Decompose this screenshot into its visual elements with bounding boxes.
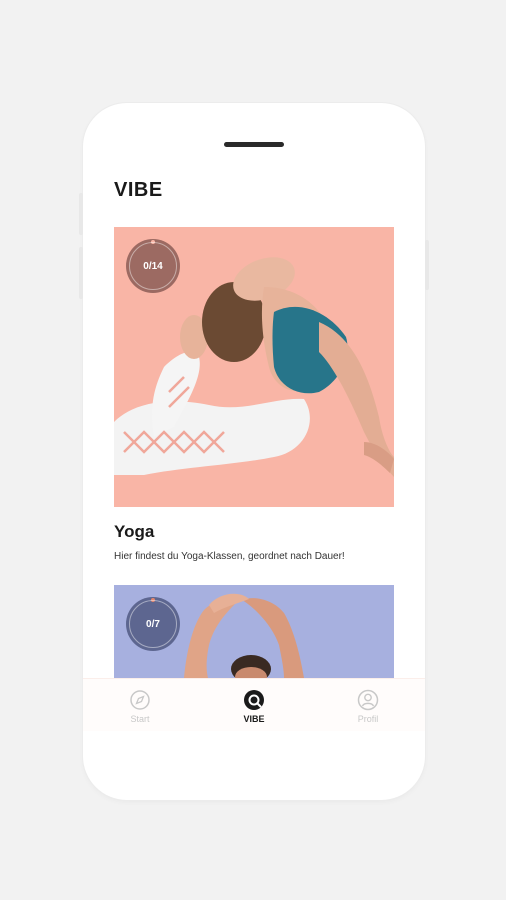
phone-frame: VIBE 0/14 Yoga Hier findest du Yoga-Klas… [83,103,425,800]
progress-badge: 0/14 [126,239,180,293]
compass-icon [129,689,151,711]
second-card-image[interactable]: 0/7 [114,585,394,678]
progress-badge: 0/7 [126,597,180,651]
vibe-icon [243,689,265,711]
page-title: VIBE [114,179,163,201]
card-description: Hier findest du Yoga-Klassen, geordnet n… [114,551,345,562]
tab-start[interactable]: Start [100,679,180,724]
notch-bar [224,142,284,147]
progress-text: 0/7 [146,618,160,630]
progress-dot [151,598,155,602]
side-button-left [79,247,83,299]
user-icon [357,689,379,711]
side-button-right [425,240,429,290]
tab-label: VIBE [243,714,265,724]
progress-dot [151,240,155,244]
tab-profil[interactable]: Profil [328,679,408,724]
progress-text: 0/14 [143,260,163,272]
side-button-left [79,193,83,235]
card-title[interactable]: Yoga [114,522,154,542]
tab-label: Profil [357,714,379,724]
tab-label: Start [130,714,150,724]
tab-vibe[interactable]: VIBE [214,679,294,724]
bottom-tab-bar: Start VIBE Profil [83,678,425,731]
yoga-card-image[interactable]: 0/14 [114,227,394,507]
